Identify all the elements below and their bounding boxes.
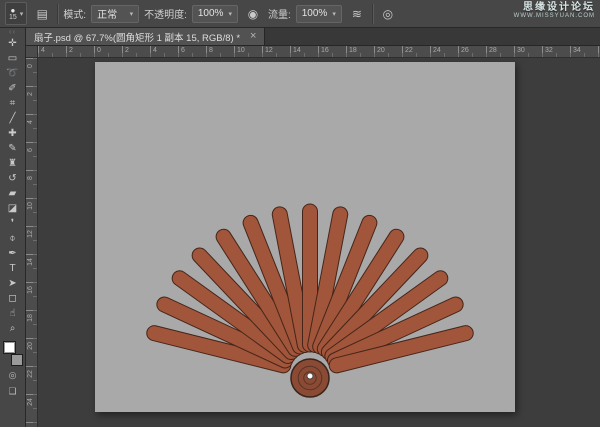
- ruler-tick-label: 10: [27, 200, 37, 212]
- document-tab[interactable]: 扇子.psd @ 67.7%(圆角矩形 1 副本 15, RGB/8) * ×: [26, 28, 265, 45]
- ruler-tick-label: 16: [27, 284, 37, 296]
- pen-tool-icon[interactable]: ✒: [2, 246, 24, 261]
- mode-label: 模式:: [63, 6, 86, 21]
- flow-value: 100%: [302, 8, 328, 19]
- ruler-tick-label: 8: [27, 172, 37, 184]
- close-icon[interactable]: ×: [250, 31, 256, 42]
- ruler-tick-label: 34: [571, 47, 581, 54]
- horizontal-ruler[interactable]: 42024681012141618202224262830323436: [38, 46, 600, 58]
- foreground-color-swatch[interactable]: [3, 341, 16, 354]
- opacity-value: 100%: [198, 8, 224, 19]
- ruler-tick-label: 0: [95, 47, 101, 54]
- ruler-tick-label: 12: [263, 47, 273, 54]
- panel-grip[interactable]: ‹‹: [9, 29, 16, 36]
- divider: [57, 4, 58, 24]
- shape-tool-icon[interactable]: ◻: [2, 291, 24, 306]
- ruler-tick-label: 6: [27, 144, 37, 156]
- tool-preset-picker[interactable]: ● 15 ▾: [5, 2, 27, 25]
- airbrush-icon[interactable]: ≋: [347, 4, 367, 24]
- brush-panel-toggle-icon[interactable]: ▤: [32, 4, 52, 24]
- ruler-tick-label: 26: [459, 47, 469, 54]
- ruler-tick-label: 28: [487, 47, 497, 54]
- ruler-tick-label: 8: [207, 47, 213, 54]
- zoom-tool-icon[interactable]: ⌕: [2, 321, 24, 336]
- document-tab-title: 扇子.psd @ 67.7%(圆角矩形 1 副本 15, RGB/8) *: [34, 30, 240, 44]
- tab-bar: 扇子.psd @ 67.7%(圆角矩形 1 副本 15, RGB/8) * ×: [26, 28, 600, 46]
- tools-footer: ◎❏: [2, 366, 24, 398]
- ruler-tick-label: 20: [27, 340, 37, 352]
- path-selection-tool-icon[interactable]: ➤: [2, 276, 24, 291]
- crop-tool-icon[interactable]: ⌗: [2, 96, 24, 111]
- brush-tool-icon[interactable]: ✎: [2, 141, 24, 156]
- opacity-select[interactable]: 100% ▾: [192, 5, 238, 23]
- ruler-tick-label: 18: [27, 312, 37, 324]
- chevron-down-icon: ▾: [332, 10, 336, 18]
- quick-mask-button-icon[interactable]: ◎: [2, 368, 24, 382]
- clone-stamp-tool-icon[interactable]: ♜: [2, 156, 24, 171]
- eyedropper-tool-icon[interactable]: ╱: [2, 111, 24, 126]
- flow-label: 流量:: [268, 6, 291, 21]
- background-color-swatch[interactable]: [11, 354, 23, 366]
- ruler-tick-label: 10: [235, 47, 245, 54]
- canvas-area[interactable]: [38, 58, 600, 427]
- ruler-tick-label: 24: [431, 47, 441, 54]
- move-tool-icon[interactable]: ✛: [2, 36, 24, 51]
- ruler-tick-label: 22: [27, 368, 37, 380]
- ruler-tick-label: 30: [515, 47, 525, 54]
- chevron-down-icon: ▾: [20, 10, 24, 18]
- brush-tip-icon: ●: [10, 7, 15, 14]
- divider: [372, 4, 373, 24]
- brush-size-value: 15: [9, 14, 17, 21]
- color-swatches: [2, 341, 24, 366]
- ruler-tick-label: 14: [27, 256, 37, 268]
- ruler-tick-label: 24: [27, 396, 37, 408]
- ruler-tick-label: 18: [347, 47, 357, 54]
- ruler-tick-label: 4: [27, 116, 37, 128]
- photoshop-window: ● 15 ▾ ▤ 模式: 正常 ▾ 不透明度: 100% ▾ ◉ 流量: 100…: [0, 0, 600, 427]
- ruler-tick-label: 20: [375, 47, 385, 54]
- ruler-tick-label: 32: [543, 47, 553, 54]
- tools-list: ✛▭➰✐⌗╱✚✎♜↺▰◪❜⌽✒T➤◻☝⌕: [2, 36, 24, 336]
- ruler-origin-corner[interactable]: [26, 46, 38, 58]
- blur-tool-icon[interactable]: ❜: [2, 216, 24, 231]
- ruler-tick-label: 12: [27, 228, 37, 240]
- quick-selection-tool-icon[interactable]: ✐: [2, 81, 24, 96]
- pressure-opacity-icon[interactable]: ◉: [243, 4, 263, 24]
- tools-panel: ‹‹ ✛▭➰✐⌗╱✚✎♜↺▰◪❜⌽✒T➤◻☝⌕ ◎❏: [0, 28, 26, 427]
- mode-value: 正常: [97, 6, 117, 21]
- fan-artwork: [95, 62, 515, 412]
- healing-brush-tool-icon[interactable]: ✚: [2, 126, 24, 141]
- chevron-down-icon: ▾: [228, 10, 232, 18]
- ruler-tick-label: 4: [151, 47, 157, 54]
- pressure-size-icon[interactable]: ◎: [378, 4, 398, 24]
- ruler-tick-label: 2: [27, 88, 37, 100]
- document-canvas[interactable]: [95, 62, 515, 412]
- ruler-tick-label: 2: [67, 47, 73, 54]
- ruler-tick-label: 16: [319, 47, 329, 54]
- ruler-tick-label: 2: [123, 47, 129, 54]
- lasso-tool-icon[interactable]: ➰: [2, 66, 24, 81]
- ruler-tick-label: 6: [179, 47, 185, 54]
- eraser-tool-icon[interactable]: ▰: [2, 186, 24, 201]
- flow-select[interactable]: 100% ▾: [296, 5, 342, 23]
- gradient-tool-icon[interactable]: ◪: [2, 201, 24, 216]
- options-bar: ● 15 ▾ ▤ 模式: 正常 ▾ 不透明度: 100% ▾ ◉ 流量: 100…: [0, 0, 600, 28]
- ruler-tick-label: 22: [403, 47, 413, 54]
- dodge-tool-icon[interactable]: ⌽: [2, 231, 24, 246]
- ruler-tick-label: 4: [39, 47, 45, 54]
- ruler-tick-label: 14: [291, 47, 301, 54]
- type-tool-icon[interactable]: T: [2, 261, 24, 276]
- screen-mode-button-icon[interactable]: ❏: [2, 384, 24, 398]
- history-brush-tool-icon[interactable]: ↺: [2, 171, 24, 186]
- vertical-ruler[interactable]: 024681012141618202224: [26, 58, 38, 427]
- opacity-label: 不透明度:: [144, 6, 187, 21]
- ruler-tick-label: 0: [27, 60, 37, 72]
- marquee-tool-icon[interactable]: ▭: [2, 51, 24, 66]
- mode-select[interactable]: 正常 ▾: [91, 5, 139, 23]
- hand-tool-icon[interactable]: ☝: [2, 306, 24, 321]
- chevron-down-icon: ▾: [130, 10, 134, 18]
